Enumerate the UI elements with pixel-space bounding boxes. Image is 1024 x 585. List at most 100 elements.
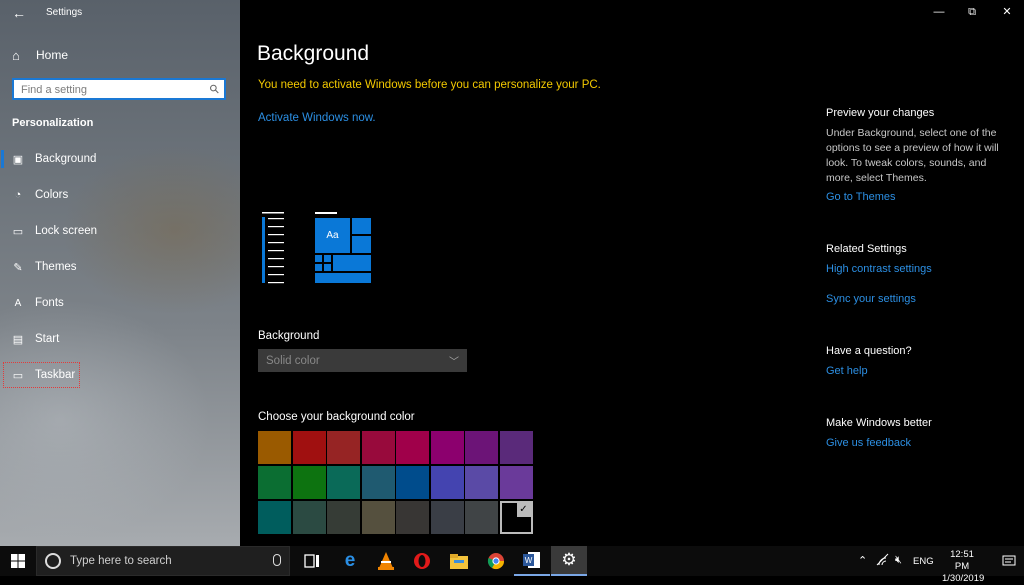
color-swatch[interactable] (465, 431, 498, 464)
color-swatch[interactable] (465, 466, 498, 499)
start-icon: ▤ (12, 333, 24, 346)
color-swatch[interactable] (327, 501, 360, 534)
sidebar-item-label: Background (35, 153, 97, 165)
sidebar-item-label: Fonts (35, 297, 64, 309)
color-swatch[interactable] (327, 431, 360, 464)
color-swatch[interactable]: ✓ (499, 501, 533, 534)
settings-icon: ⚙ (561, 550, 577, 569)
vlc-icon (378, 552, 394, 570)
preview-tile (324, 264, 331, 271)
color-swatch[interactable] (430, 501, 464, 534)
notification-icon (1002, 555, 1016, 566)
activate-windows-link[interactable]: Activate Windows now. (258, 112, 376, 124)
restore-button[interactable]: ⧉ (957, 4, 987, 20)
activation-warning: You need to activate Windows before you … (258, 79, 601, 91)
color-swatch[interactable] (430, 466, 464, 499)
background-type-dropdown[interactable]: Solid color ﹀ (258, 349, 467, 372)
vlc-button[interactable] (368, 546, 404, 576)
picture-icon: ▣ (12, 153, 24, 166)
preview-description: Under Background, select one of the opti… (826, 127, 999, 184)
start-button[interactable] (0, 546, 36, 576)
background-label: Background (258, 330, 320, 342)
minimize-button[interactable]: — (924, 4, 954, 20)
find-setting-input[interactable] (14, 81, 201, 99)
opera-button[interactable] (404, 546, 440, 576)
sidebar-item-background[interactable]: ▣ Background (0, 146, 240, 172)
show-hidden-icons-button[interactable]: ⌃ (858, 554, 867, 567)
file-explorer-button[interactable] (441, 546, 477, 576)
sidebar-item-label: Themes (35, 261, 77, 273)
fonts-icon: A (14, 297, 22, 309)
color-swatch[interactable] (361, 466, 395, 499)
volume-muted-icon[interactable]: 🔇︎ (895, 554, 902, 567)
sidebar-item-taskbar[interactable]: ▭ Taskbar (3, 362, 80, 388)
color-swatch[interactable] (396, 501, 429, 534)
action-center-button[interactable] (1002, 554, 1016, 568)
color-swatch[interactable] (258, 466, 291, 499)
word-button[interactable]: W (514, 546, 550, 576)
home-label: Home (36, 48, 69, 62)
sidebar: ← Settings ⌂ Home ⚲ Personalization ▣ Ba… (0, 0, 240, 546)
close-button[interactable]: ✕ (992, 4, 1022, 20)
preview-tile (352, 236, 371, 253)
color-swatch[interactable] (499, 466, 533, 499)
related-settings-heading: Related Settings (826, 243, 907, 255)
sync-settings-link[interactable]: Sync your settings (826, 293, 916, 305)
language-indicator[interactable]: ENG (913, 556, 934, 567)
high-contrast-link[interactable]: High contrast settings (826, 263, 932, 275)
color-swatch[interactable] (258, 431, 291, 464)
sidebar-item-label: Lock screen (35, 225, 98, 237)
dropdown-value: Solid color (266, 354, 320, 367)
color-swatch[interactable] (327, 466, 360, 499)
taskbar-icon: ▭ (12, 369, 24, 382)
svg-text:W: W (525, 556, 533, 565)
microphone-icon[interactable] (273, 554, 281, 566)
preview-tiles: Aa (315, 212, 371, 284)
find-setting-field[interactable]: ⚲ (12, 78, 226, 100)
color-swatch[interactable] (292, 466, 326, 499)
edge-icon: e (344, 550, 356, 571)
go-to-themes-link[interactable]: Go to Themes (826, 191, 896, 203)
sidebar-item-start[interactable]: ▤ Start (0, 326, 240, 352)
sidebar-item-lock-screen[interactable]: ▭ Lock screen (0, 218, 240, 244)
chrome-button[interactable] (478, 546, 514, 576)
chrome-icon (487, 553, 505, 570)
chevron-down-icon: ﹀ (449, 357, 459, 368)
preview-tile (315, 273, 371, 283)
color-swatch[interactable] (499, 431, 533, 464)
color-swatch[interactable] (292, 501, 326, 534)
color-swatch[interactable] (430, 431, 464, 464)
clock-date: 1/30/2019 (942, 573, 985, 584)
page-title: Background (257, 42, 370, 65)
preview-start-list (262, 212, 286, 284)
color-swatch[interactable] (396, 466, 429, 499)
lock-screen-icon: ▭ (12, 225, 24, 238)
clock[interactable]: 12:51 PM 1/30/2019 (942, 549, 985, 585)
choose-color-label: Choose your background color (258, 411, 415, 423)
network-icon[interactable] (876, 553, 890, 570)
taskbar: Type here to search e W ⚙ ⌃ 🔇︎ ENG 12:51… (0, 546, 1024, 584)
preview-tile (324, 255, 331, 262)
edge-button[interactable]: e (332, 546, 368, 576)
preview-tile (315, 255, 322, 262)
color-swatch[interactable] (396, 431, 429, 464)
sidebar-item-themes[interactable]: ✎ Themes (0, 254, 240, 280)
back-arrow-icon[interactable]: ← (10, 4, 28, 22)
sidebar-item-colors[interactable]: ◔ Colors (0, 182, 240, 208)
color-swatch[interactable] (361, 501, 395, 534)
get-help-link[interactable]: Get help (826, 365, 868, 377)
task-view-button[interactable] (294, 546, 330, 576)
preview-line (315, 212, 337, 214)
task-view-icon (304, 554, 319, 568)
settings-button[interactable]: ⚙ (551, 546, 587, 576)
sidebar-home[interactable]: ⌂ Home (12, 46, 68, 64)
color-swatch[interactable] (258, 501, 291, 534)
taskbar-search-placeholder: Type here to search (70, 555, 172, 567)
give-feedback-link[interactable]: Give us feedback (826, 437, 911, 449)
color-swatch[interactable] (292, 431, 326, 464)
color-swatch[interactable] (465, 501, 498, 534)
taskbar-search-box[interactable]: Type here to search (36, 546, 290, 576)
sidebar-item-fonts[interactable]: A Fonts (0, 290, 240, 316)
preview-heading: Preview your changes (826, 107, 935, 119)
color-swatch[interactable] (361, 431, 395, 464)
